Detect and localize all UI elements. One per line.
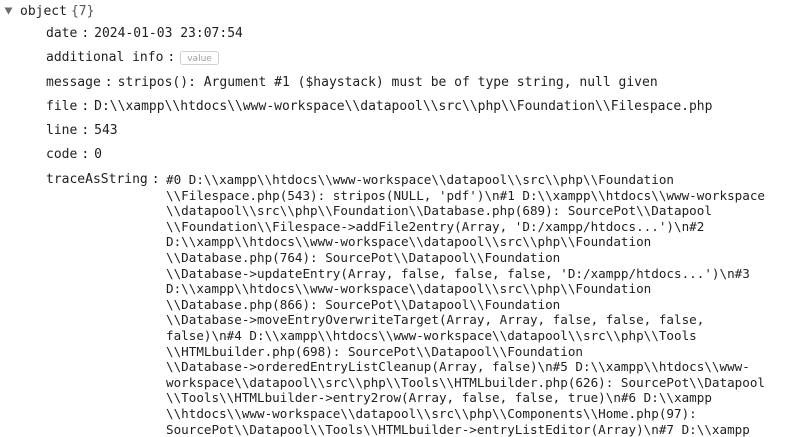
trace-line: \\Filespace.php(543): stripos(NULL, 'pdf… <box>166 188 798 204</box>
trace-value[interactable]: #0 D:\\xampp\\htdocs\\www-workspace\\dat… <box>166 172 798 437</box>
property-key: additional info <box>46 50 163 65</box>
property-line: line:543 <box>46 123 118 138</box>
property-code: code:0 <box>46 147 102 162</box>
key-separator: : <box>81 99 89 114</box>
property-value[interactable]: 2024-01-03 23:07:54 <box>94 26 243 41</box>
key-separator: : <box>167 50 175 65</box>
property-key: code <box>46 147 77 162</box>
property-value[interactable]: 543 <box>94 123 117 138</box>
property-key: traceAsString <box>46 172 148 187</box>
property-value[interactable]: stripos(): Argument #1 ($haystack) must … <box>118 75 658 90</box>
trace-line: workspace\\datapool\\src\\php\\Tools\\HT… <box>166 375 798 391</box>
trace-line: \\HTMLbuilder.php(698): SourcePot\\Datap… <box>166 344 798 360</box>
key-separator: : <box>81 147 89 162</box>
trace-line: #0 D:\\xampp\\htdocs\\www-workspace\\dat… <box>166 172 798 188</box>
value-input[interactable]: value <box>180 51 219 65</box>
trace-line: \\Database->orderedEntryListCleanup(Arra… <box>166 359 798 375</box>
property-key: date <box>46 26 77 41</box>
trace-line: D:\\xampp\\htdocs\\www-workspace\\datapo… <box>166 234 798 250</box>
property-date: date:2024-01-03 23:07:54 <box>46 26 243 41</box>
trace-line: \\htdocs\\www-workspace\\datapool\\src\\… <box>166 406 798 422</box>
key-separator: : <box>81 123 89 138</box>
key-separator: : <box>105 75 113 90</box>
property-key: file <box>46 99 77 114</box>
collapse-toggle-icon[interactable] <box>1 4 15 18</box>
trace-line: false)\n#4 D:\\xampp\\htdocs\\www-worksp… <box>166 328 798 344</box>
trace-line: \\Database.php(866): SourcePot\\Datapool… <box>166 297 798 313</box>
property-key: line <box>46 123 77 138</box>
property-message: message: stripos(): Argument #1 ($haystac… <box>46 75 658 90</box>
root-key: object <box>20 4 67 19</box>
trace-line: \\Database->moveEntryOverwriteTarget(Arr… <box>166 312 798 328</box>
trace-line: \\Foundation\\Filespace->addFile2entry(A… <box>166 219 798 235</box>
property-value[interactable]: 0 <box>94 147 102 162</box>
trace-line: D:\\xampp\\htdocs\\www-workspace\\datapo… <box>166 281 798 297</box>
root-type-count: {7} <box>71 4 94 19</box>
trace-line: \\Database->updateEntry(Array, false, fa… <box>166 266 798 282</box>
key-separator: : <box>152 172 160 187</box>
root-node: object {7} <box>0 0 94 22</box>
property-trace: traceAsString: <box>46 172 160 187</box>
property-key: message <box>46 75 101 90</box>
property-value[interactable]: D:\\xampp\\htdocs\\www-workspace\\datapo… <box>94 99 712 114</box>
key-separator: : <box>81 26 89 41</box>
trace-line: \\Tools\\HTMLbuilder->entry2row(Array, f… <box>166 390 798 406</box>
trace-line: \\datapool\\src\\php\\Foundation\\Databa… <box>166 203 798 219</box>
property-additional-info: additional info: value <box>46 50 219 65</box>
trace-line: \\Database.php(764): SourcePot\\Datapool… <box>166 250 798 266</box>
property-file: file: D:\\xampp\\htdocs\\www-workspace\\d… <box>46 99 712 114</box>
